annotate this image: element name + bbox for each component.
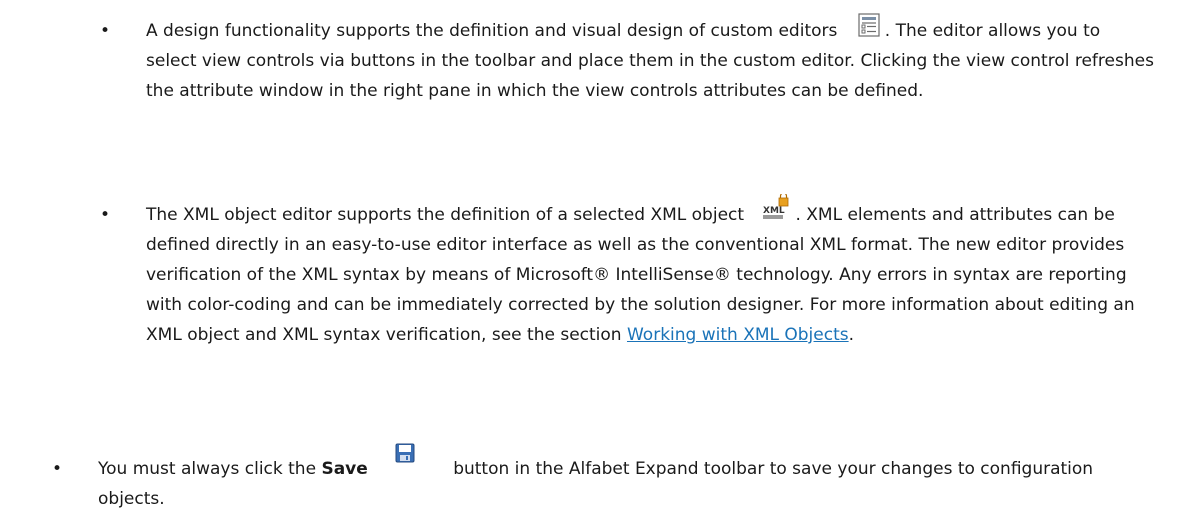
paragraph-save-reminder: You must always click the Save button in… (98, 443, 1158, 514)
custom-editor-icon (857, 13, 881, 37)
working-with-xml-objects-link[interactable]: Working with XML Objects (627, 325, 849, 345)
text-segment: . XML elements and attributes can be def… (146, 205, 1135, 345)
xml-icon-text: XML (763, 206, 785, 216)
save-label: Save (321, 459, 368, 479)
paragraph-custom-editor: A design functionality supports the defi… (146, 13, 1156, 106)
bullet-marker: • (52, 459, 63, 479)
paragraph-xml-object-editor: The XML object editor supports the defin… (146, 192, 1156, 350)
text-segment: A design functionality supports the defi… (146, 21, 838, 41)
text-segment: The XML object editor supports the defin… (146, 205, 745, 225)
xml-object-lock-icon: XML (761, 192, 791, 220)
bullet-marker: • (100, 205, 111, 225)
text-segment: . (848, 325, 855, 345)
save-floppy-icon (395, 443, 415, 463)
text-segment: You must always click the (98, 459, 317, 479)
bullet-marker: • (100, 21, 111, 41)
